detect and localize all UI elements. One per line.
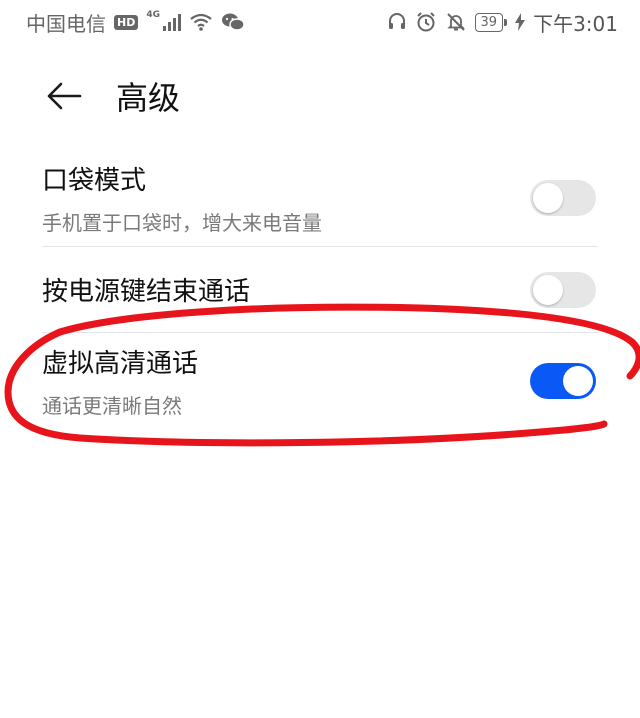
setting-text: 按电源键结束通话 (42, 271, 250, 308)
hd-icon: HD (114, 14, 139, 30)
network-type-label: 4G (146, 10, 160, 20)
toggle-knob (533, 183, 563, 213)
back-arrow-icon (47, 82, 82, 110)
wechat-icon (222, 13, 245, 31)
mute-bell-icon (446, 13, 465, 31)
setting-text: 口袋模式 手机置于口袋时，增大来电音量 (42, 160, 322, 236)
signal-icon (163, 13, 181, 31)
headset-icon (388, 13, 405, 29)
settings-list: 口袋模式 手机置于口袋时，增大来电音量 按电源键结束通话 虚拟高清通话 通话更清… (0, 150, 640, 428)
setting-hd-voice-call[interactable]: 虚拟高清通话 通话更清晰自然 (42, 332, 598, 428)
page-title: 高级 (116, 79, 181, 117)
setting-title: 口袋模式 (42, 166, 147, 196)
pocket-mode-toggle[interactable] (530, 180, 596, 216)
setting-power-key-end-call[interactable]: 按电源键结束通话 (42, 246, 598, 332)
setting-subtitle: 通话更清晰自然 (42, 393, 182, 418)
battery-icon: 39 (474, 12, 507, 32)
toggle-knob (563, 365, 593, 396)
setting-pocket-mode[interactable]: 口袋模式 手机置于口袋时，增大来电音量 (42, 150, 598, 246)
power-key-end-call-toggle[interactable] (530, 271, 596, 308)
setting-text: 虚拟高清通话 通话更清晰自然 (42, 343, 198, 419)
wifi-icon (190, 13, 212, 31)
status-left: 中国电信 HD 4G (26, 8, 245, 37)
status-bar: 中国电信 HD 4G 39 下午3:01 (0, 0, 640, 44)
toggle-knob (533, 274, 563, 305)
setting-subtitle: 手机置于口袋时，增大来电音量 (42, 211, 322, 235)
setting-title: 按电源键结束通话 (42, 277, 251, 307)
header: 高级 (0, 60, 640, 132)
clock: 下午3:01 (533, 11, 618, 36)
alarm-icon (416, 12, 435, 32)
hd-voice-call-toggle[interactable] (530, 362, 596, 399)
charging-icon (515, 13, 526, 31)
back-button[interactable] (34, 66, 94, 126)
carrier-label: 中国电信 (26, 11, 106, 36)
setting-title: 虚拟高清通话 (42, 348, 199, 379)
status-right: 39 下午3:01 (387, 8, 618, 37)
